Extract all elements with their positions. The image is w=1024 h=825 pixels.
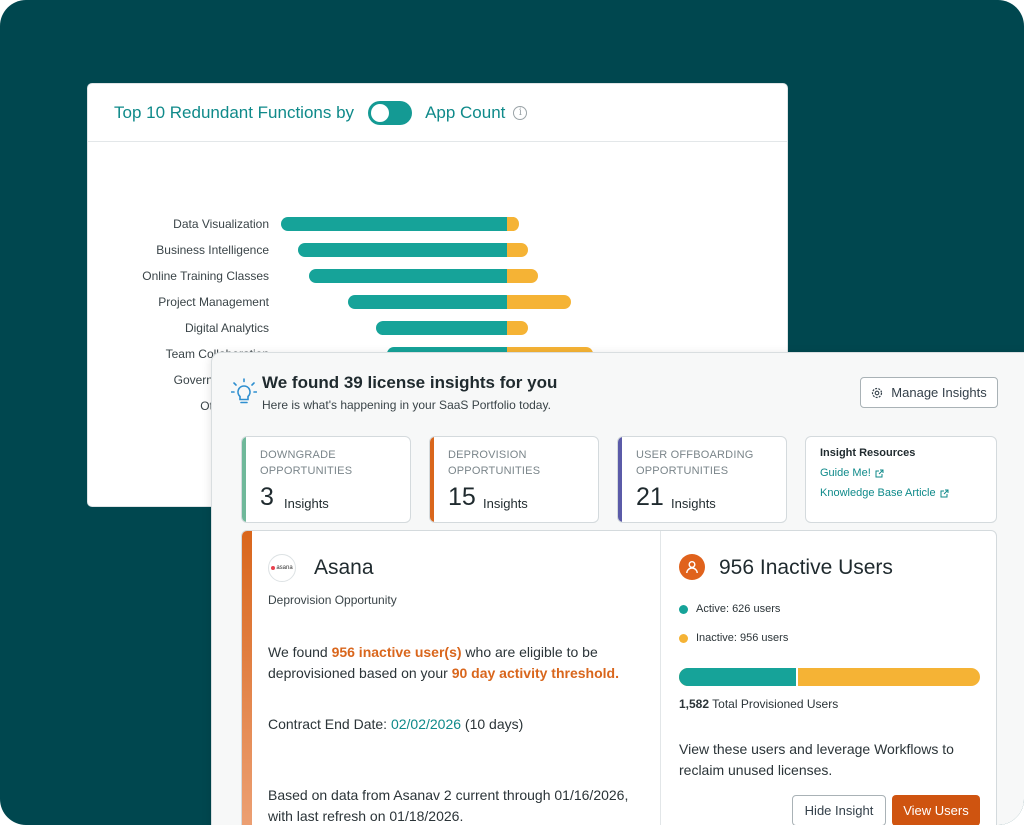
chart-bar-left[interactable] (281, 217, 514, 231)
stat-unit: Insights (483, 496, 528, 511)
legend-inactive: Inactive: 956 users (679, 632, 788, 644)
page-background: Top 10 Redundant Functions by App Count … (0, 0, 1024, 825)
asana-logo: asana (268, 554, 296, 582)
stat-accent (618, 437, 622, 522)
chart-header: Top 10 Redundant Functions by App Count … (88, 84, 787, 142)
inactive-count: 956 inactive user(s) (331, 644, 462, 660)
stat-deprovision[interactable]: DEPROVISION OPPORTUNITIES 15 Insights (429, 436, 599, 523)
contract-date: 02/02/2026 (390, 716, 462, 732)
chart-bar-left[interactable] (376, 321, 514, 335)
manage-insights-button[interactable]: Manage Insights (860, 377, 998, 408)
inactive-users-title: 956 Inactive Users (719, 556, 893, 579)
stat-unit: Insights (284, 496, 329, 511)
chart-bar-right[interactable] (507, 295, 571, 309)
external-link-icon (940, 489, 949, 497)
view-users-button[interactable]: View Users (892, 795, 980, 825)
gear-icon (872, 387, 883, 398)
external-link-icon (875, 469, 884, 477)
asana-logo-text: asana (276, 565, 293, 571)
knowledge-base-link[interactable]: Knowledge Base Article (820, 487, 949, 499)
activity-threshold: 90 day activity threshold. (451, 665, 619, 681)
chart-bar-left[interactable] (298, 243, 514, 257)
guide-me-label: Guide Me! (820, 467, 871, 479)
legend-active: Active: 626 users (679, 603, 780, 615)
detail-accent (242, 531, 252, 825)
chart-category-label: Project Management (158, 295, 269, 309)
stat-label: DOWNGRADE OPPORTUNITIES (260, 449, 353, 477)
stat-count: 15 (448, 483, 476, 511)
resources-title: Insight Resources (820, 447, 916, 459)
guide-me-link[interactable]: Guide Me! (820, 467, 884, 479)
stat-label: DEPROVISION OPPORTUNITIES (448, 449, 541, 477)
insight-resources: Insight Resources Guide Me! Knowledge Ba… (805, 436, 997, 523)
metric-toggle[interactable] (368, 100, 413, 125)
chart-metric-label: App Count (425, 102, 506, 122)
chart-bar-right-joint (507, 269, 514, 283)
chart-bar-right-joint (507, 243, 514, 257)
insights-subtitle: Here is what's happening in your SaaS Po… (262, 398, 551, 412)
opportunity-type: Deprovision Opportunity (268, 593, 397, 607)
stat-unit: Insights (671, 496, 716, 511)
chart-bar-left[interactable] (309, 269, 514, 283)
stat-count: 3 (260, 483, 274, 511)
insight-detail-card: asana Asana Deprovision Opportunity We f… (241, 530, 997, 825)
knowledge-base-label: Knowledge Base Article (820, 487, 936, 499)
chart-category-label: Online Training Classes (142, 269, 269, 283)
total-provisioned: 1,582 Total Provisioned Users (679, 697, 839, 711)
stat-label: USER OFFBOARDING OPPORTUNITIES (636, 449, 754, 477)
users-progress-bar (679, 668, 980, 686)
toggle-knob (371, 103, 390, 122)
user-icon (679, 554, 705, 580)
stat-downgrade[interactable]: DOWNGRADE OPPORTUNITIES 3 Insights (241, 436, 411, 523)
stat-offboarding[interactable]: USER OFFBOARDING OPPORTUNITIES 21 Insigh… (617, 436, 787, 523)
chart-bar-right-joint (507, 295, 514, 309)
chart-bar-right-joint (507, 321, 514, 335)
workflow-cta: View these users and leverage Workflows … (679, 741, 954, 778)
chart-bar-right-joint (507, 217, 514, 231)
detail-divider (660, 531, 661, 825)
inactive-summary: We found 956 inactive user(s) who are el… (268, 644, 619, 681)
insights-panel: We found 39 license insights for you Her… (211, 352, 1024, 825)
chart-bar-left[interactable] (348, 295, 514, 309)
app-name: Asana (314, 556, 374, 579)
stat-count: 21 (636, 483, 664, 511)
stat-accent (430, 437, 434, 522)
hide-insight-button[interactable]: Hide Insight (792, 795, 886, 825)
stat-accent (242, 437, 246, 522)
manage-insights-label: Manage Insights (891, 385, 987, 400)
data-note: Based on data from Asanav 2 current thro… (268, 787, 629, 824)
info-icon[interactable]: i (513, 105, 528, 120)
contract-end: Contract End Date: 02/02/2026 (10 days) (268, 716, 524, 732)
chart-category-label: Business Intelligence (156, 243, 269, 257)
chart-category-label: Data Visualization (173, 217, 269, 231)
chart-title: Top 10 Redundant Functions by (114, 102, 355, 122)
insights-title: We found 39 license insights for you (262, 373, 558, 392)
chart-category-label: Digital Analytics (185, 321, 269, 335)
active-users-fill (679, 668, 799, 686)
lightbulb-icon (231, 378, 257, 404)
